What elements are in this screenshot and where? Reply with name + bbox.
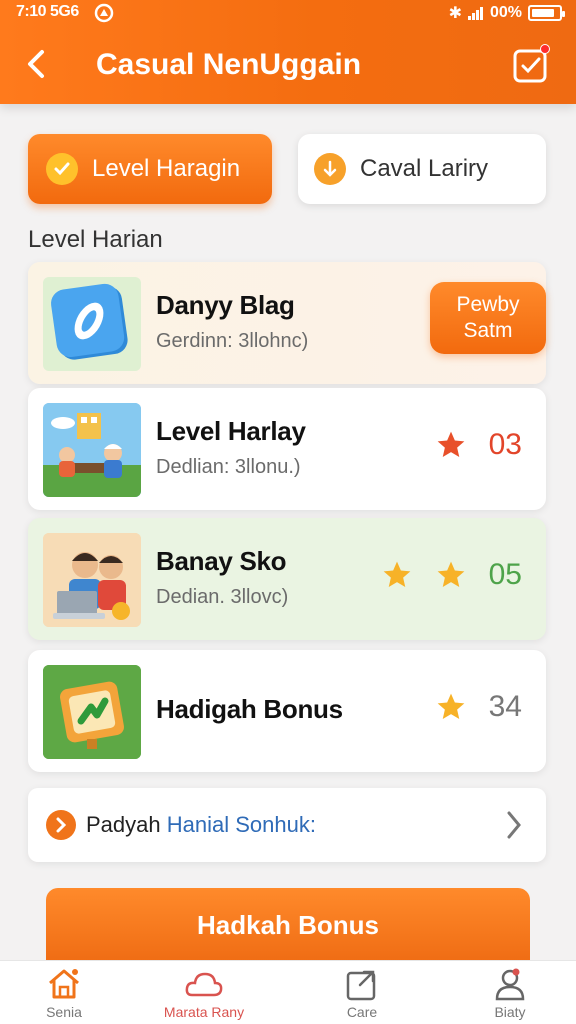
bluetooth-icon: ✱ <box>448 5 462 22</box>
user-icon <box>495 968 525 1001</box>
chevron-right-icon <box>507 811 521 839</box>
nav-item-home[interactable]: Senia <box>4 967 124 1020</box>
status-time: 7:10 5G6 <box>16 3 79 20</box>
status-indicators: ✱ 00% <box>448 3 565 23</box>
score: 05 <box>381 558 522 592</box>
home-icon <box>49 969 79 999</box>
notification-badge <box>540 44 550 54</box>
tab-caval-lariry[interactable]: Caval Lariry <box>298 134 546 204</box>
nav-label: Care <box>346 1004 378 1020</box>
notification-icon <box>94 3 114 23</box>
chevron-left-icon <box>28 50 44 78</box>
score-value: 05 <box>488 558 522 591</box>
card-title: Danyy Blag <box>156 290 295 320</box>
star-icon <box>437 561 464 587</box>
status-bar: 7:10 5G6 ✱ 00% <box>0 0 576 26</box>
claim-bonus-button[interactable]: Hadkah Bonus <box>46 888 530 968</box>
list-item[interactable]: Level Harlay Dedlian: 3llonu.) 03 <box>28 388 546 510</box>
down-arrow-circle-icon <box>314 153 346 185</box>
star-icon <box>437 693 464 719</box>
battery-percent: 00% <box>489 4 522 21</box>
tab-label: Level Haragin <box>92 155 241 182</box>
score: 03 <box>435 428 522 462</box>
card-subtitle: Gerdinn: 3llohnc) <box>156 330 309 352</box>
score-value: 03 <box>488 428 522 461</box>
arrow-right-circle-icon <box>46 810 76 840</box>
card-title: Level Harlay <box>156 416 306 446</box>
card-subtitle: Dedian. 3llovc) <box>156 586 289 608</box>
cloud-icon <box>185 972 223 997</box>
section-title: Level Harian <box>28 226 163 253</box>
bonus-link-prefix: Padyah <box>86 812 161 837</box>
tab-level-haragin[interactable]: Level Haragin <box>28 134 272 204</box>
back-button[interactable] <box>18 44 54 84</box>
play-button[interactable]: Pewby Satm <box>430 282 546 354</box>
card-title: Hadigah Bonus <box>156 694 343 724</box>
signal-icon <box>467 6 484 20</box>
family-picnic-image <box>43 403 141 497</box>
bonus-link-label: Hanial Sonhuk: <box>166 812 316 837</box>
score: 34 <box>435 690 522 724</box>
check-circle-icon <box>46 153 78 185</box>
nav-item-marata[interactable]: Marata Rany <box>144 967 264 1020</box>
list-item[interactable]: Banay Sko Dedian. 3llovc) 05 <box>28 518 546 640</box>
card-title: Banay Sko <box>156 546 287 576</box>
nav-item-care[interactable]: Care <box>302 967 422 1020</box>
tab-label: Caval Lariry <box>360 155 489 182</box>
share-icon <box>346 970 376 1001</box>
card-subtitle: Dedlian: 3llonu.) <box>156 456 301 478</box>
app-header: 7:10 5G6 ✱ 00% Casual NenUggain <box>0 0 576 104</box>
nav-label: Marata Rany <box>163 1004 245 1020</box>
battery-icon <box>528 5 565 21</box>
nav-label: Senia <box>46 1004 82 1020</box>
bonus-link-text: Padyah Hanial Sonhuk: <box>86 812 316 838</box>
list-item[interactable]: Hadigah Bonus 34 <box>28 650 546 772</box>
nav-label: Biaty <box>494 1004 526 1020</box>
family-laptop-image <box>43 533 141 627</box>
list-item[interactable]: Danyy Blag Gerdinn: 3llohnc) Pewby Satm <box>28 262 546 384</box>
bonus-link-row[interactable]: Padyah Hanial Sonhuk: <box>28 788 546 862</box>
star-icon <box>383 561 410 587</box>
star-icon <box>437 431 464 457</box>
app-o-icon <box>43 277 141 371</box>
score-value: 34 <box>488 690 522 723</box>
bonus-box-icon <box>43 665 141 759</box>
bottom-nav: Senia Marata Rany Care Biaty <box>0 960 576 1024</box>
nav-item-biaty[interactable]: Biaty <box>450 967 570 1020</box>
page-title: Casual NenUggain <box>96 48 362 81</box>
